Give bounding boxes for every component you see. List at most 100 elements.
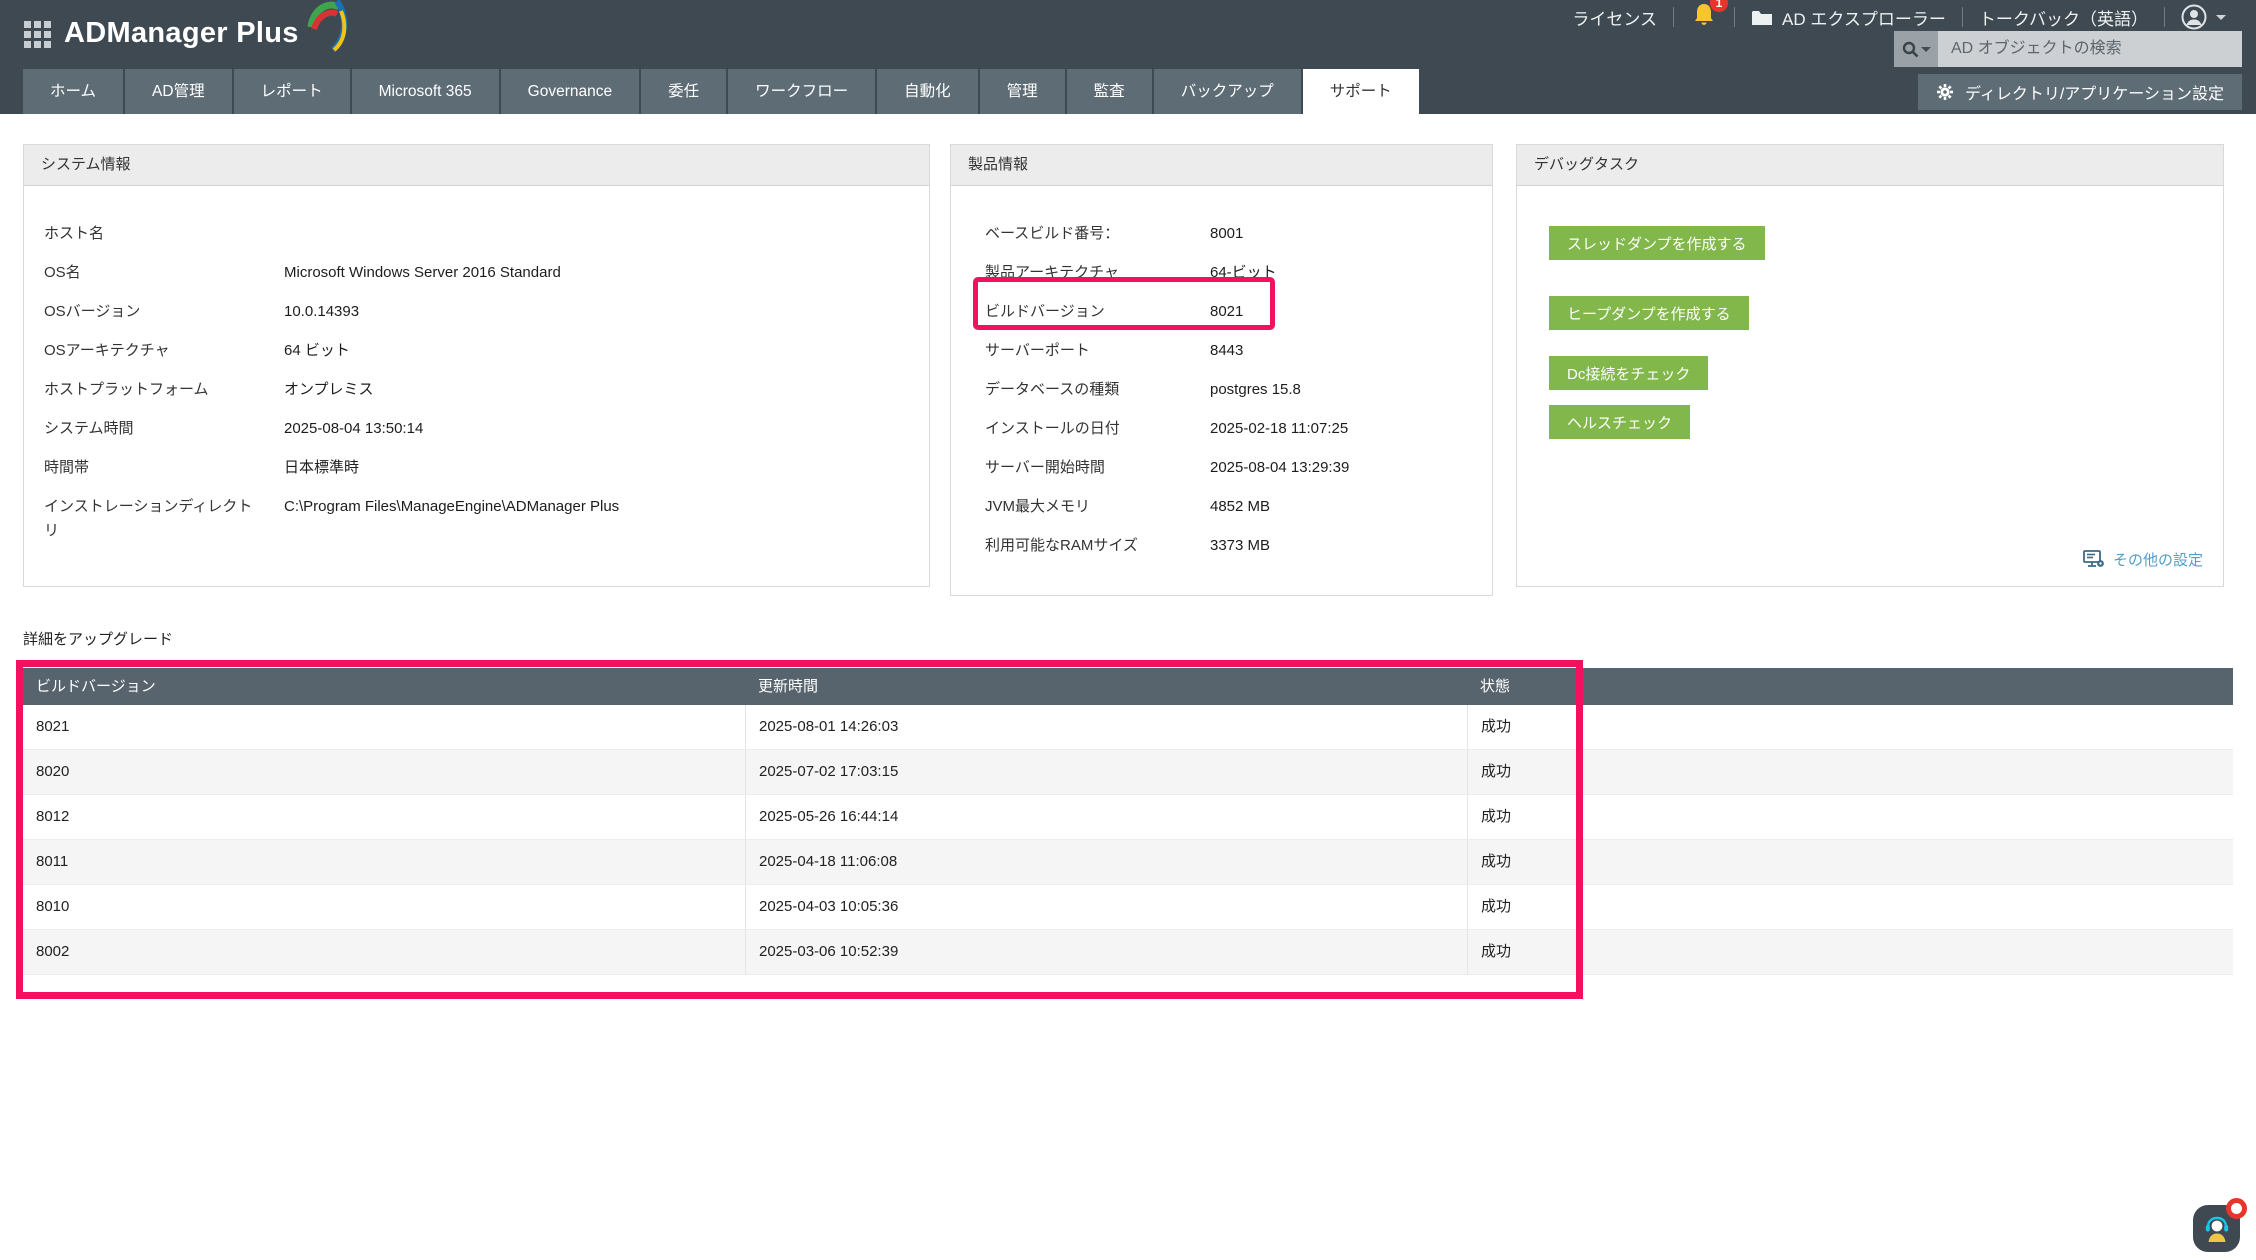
info-label: データベースの種類	[985, 378, 1210, 402]
info-row-build-version: ビルドバージョン 8021	[985, 300, 1472, 324]
info-label: 製品アーキテクチャ	[985, 261, 1210, 285]
info-row-install-date: インストールの日付 2025-02-18 11:07:25	[985, 417, 1472, 441]
tab-delegation[interactable]: 委任	[641, 69, 726, 114]
cell-update-time: 2025-05-26 16:44:14	[745, 795, 1467, 839]
product-info-panel-title: 製品情報	[951, 145, 1492, 186]
create-thread-dump-button[interactable]: スレッドダンプを作成する	[1549, 226, 1765, 260]
info-value: 8443	[1210, 339, 1472, 363]
info-label: OSバージョン	[44, 300, 284, 324]
misc-settings-link[interactable]: その他の設定	[2083, 549, 2203, 570]
info-label: 時間帯	[44, 456, 284, 480]
main-nav-tabs: ホーム AD管理 レポート Microsoft 365 Governance 委…	[23, 69, 1421, 114]
cell-status: 成功	[1467, 885, 2233, 929]
directory-application-settings-button[interactable]: ディレクトリ/アプリケーション設定	[1918, 74, 2242, 110]
tab-admin[interactable]: 管理	[980, 69, 1065, 114]
info-row-server-port: サーバーポート 8443	[985, 339, 1472, 363]
debug-tasks-panel: デバッグタスク スレッドダンプを作成する ヒープダンプを作成する Dc接続をチェ…	[1516, 144, 2224, 587]
table-row: 8011 2025-04-18 11:06:08 成功	[23, 840, 2233, 885]
info-value: C:\Program Files\ManageEngine\ADManager …	[284, 495, 909, 543]
ad-object-search	[1894, 31, 2242, 67]
tab-backup[interactable]: バックアップ	[1154, 69, 1301, 114]
table-row: 8020 2025-07-02 17:03:15 成功	[23, 750, 2233, 795]
folder-icon	[1751, 9, 1773, 26]
info-label: インストレーションディレクトリ	[44, 495, 284, 543]
tab-home[interactable]: ホーム	[23, 69, 123, 114]
main-nav-bar: ホーム AD管理 レポート Microsoft 365 Governance 委…	[0, 69, 2256, 114]
info-label: ビルドバージョン	[985, 300, 1210, 324]
system-info-panel-title: システム情報	[24, 145, 929, 186]
debug-tasks-panel-title: デバッグタスク	[1517, 145, 2223, 186]
cell-status: 成功	[1467, 840, 2233, 884]
search-icon	[1902, 41, 1919, 58]
info-row-available-ram: 利用可能なRAMサイズ 3373 MB	[985, 534, 1472, 558]
info-value: 8001	[1210, 222, 1472, 246]
info-value: 2025-08-04 13:29:39	[1210, 456, 1472, 480]
info-row-jvm-max-memory: JVM最大メモリ 4852 MB	[985, 495, 1472, 519]
health-check-button[interactable]: ヘルスチェック	[1549, 405, 1690, 439]
tab-reports[interactable]: レポート	[234, 69, 350, 114]
license-label: ライセンス	[1572, 5, 1657, 30]
user-menu[interactable]	[2165, 4, 2242, 30]
cell-build-version: 8002	[23, 930, 745, 974]
info-value: 64 ビット	[284, 339, 909, 363]
table-row: 8010 2025-04-03 10:05:36 成功	[23, 885, 2233, 930]
info-label: インストールの日付	[985, 417, 1210, 441]
info-value: 日本標準時	[284, 456, 909, 480]
table-row: 8012 2025-05-26 16:44:14 成功	[23, 795, 2233, 840]
tab-audit[interactable]: 監査	[1067, 69, 1152, 114]
info-value: 3373 MB	[1210, 534, 1472, 558]
info-row-product-architecture: 製品アーキテクチャ 64-ビット	[985, 261, 1472, 285]
info-label: 利用可能なRAMサイズ	[985, 534, 1210, 558]
info-row-host-platform: ホストプラットフォーム オンプレミス	[44, 378, 909, 402]
notification-bell[interactable]: 1	[1674, 2, 1734, 33]
cell-build-version: 8012	[23, 795, 745, 839]
license-link[interactable]: ライセンス	[1556, 5, 1673, 30]
upgrade-details-title: 詳細をアップグレード	[23, 628, 173, 649]
info-value: 8021	[1210, 300, 1472, 324]
monitor-gear-icon	[2083, 550, 2105, 569]
ad-explorer-label: AD エクスプローラー	[1782, 5, 1946, 30]
cell-update-time: 2025-04-03 10:05:36	[745, 885, 1467, 929]
create-heap-dump-button[interactable]: ヒープダンプを作成する	[1549, 296, 1749, 330]
gear-icon	[1936, 83, 1954, 101]
table-row: 8002 2025-03-06 10:52:39 成功	[23, 930, 2233, 975]
tab-workflow[interactable]: ワークフロー	[728, 69, 875, 114]
tab-support[interactable]: サポート	[1303, 69, 1419, 114]
info-row-hostname: ホスト名	[44, 222, 909, 246]
tab-automation[interactable]: 自動化	[877, 69, 978, 114]
notification-count-badge: 1	[1710, 0, 1728, 12]
info-row-os-architecture: OSアーキテクチャ 64 ビット	[44, 339, 909, 363]
upgrade-details-table: ビルドバージョン 更新時間 状態 8021 2025-08-01 14:26:0…	[23, 668, 2233, 975]
apps-grid-icon[interactable]	[24, 21, 51, 48]
info-row-server-start-time: サーバー開始時間 2025-08-04 13:29:39	[985, 456, 1472, 480]
info-row-installation-directory: インストレーションディレクトリ C:\Program Files\ManageE…	[44, 495, 909, 543]
support-chat-button[interactable]	[2193, 1205, 2240, 1252]
info-label: ホストプラットフォーム	[44, 378, 284, 402]
ad-explorer-link[interactable]: AD エクスプローラー	[1735, 5, 1962, 30]
info-row-base-build: ベースビルド番号： 8001	[985, 222, 1472, 246]
system-info-panel: システム情報 ホスト名 OS名 Microsoft Windows Server…	[23, 144, 930, 587]
tab-governance[interactable]: Governance	[501, 69, 639, 114]
system-info-panel-body: ホスト名 OS名 Microsoft Windows Server 2016 S…	[24, 186, 929, 543]
check-dc-connection-button[interactable]: Dc接続をチェック	[1549, 356, 1708, 390]
chat-icon	[2202, 1213, 2232, 1245]
search-scope-button[interactable]	[1894, 31, 1938, 67]
cell-update-time: 2025-07-02 17:03:15	[745, 750, 1467, 794]
product-info-panel: 製品情報 ベースビルド番号： 8001 製品アーキテクチャ 64-ビット ビルド…	[950, 144, 1493, 596]
search-input[interactable]	[1938, 31, 2242, 67]
info-row-database-type: データベースの種類 postgres 15.8	[985, 378, 1472, 402]
cell-status: 成功	[1467, 705, 2233, 749]
user-avatar-icon	[2181, 4, 2207, 30]
tab-microsoft-365[interactable]: Microsoft 365	[352, 69, 499, 114]
tab-ad-management[interactable]: AD管理	[125, 69, 232, 114]
table-row: 8021 2025-08-01 14:26:03 成功	[23, 705, 2233, 750]
cell-status: 成功	[1467, 795, 2233, 839]
cell-update-time: 2025-04-18 11:06:08	[745, 840, 1467, 884]
talkback-label: トークバック（英語）	[1979, 5, 2148, 30]
info-value: 2025-08-04 13:50:14	[284, 417, 909, 441]
logo-swoosh-icon	[301, 0, 347, 53]
app-logo-text: ADManager Plus	[64, 17, 299, 50]
info-row-timezone: 時間帯 日本標準時	[44, 456, 909, 480]
product-info-panel-body: ベースビルド番号： 8001 製品アーキテクチャ 64-ビット ビルドバージョン…	[951, 186, 1492, 558]
talkback-link[interactable]: トークバック（英語）	[1963, 5, 2164, 30]
